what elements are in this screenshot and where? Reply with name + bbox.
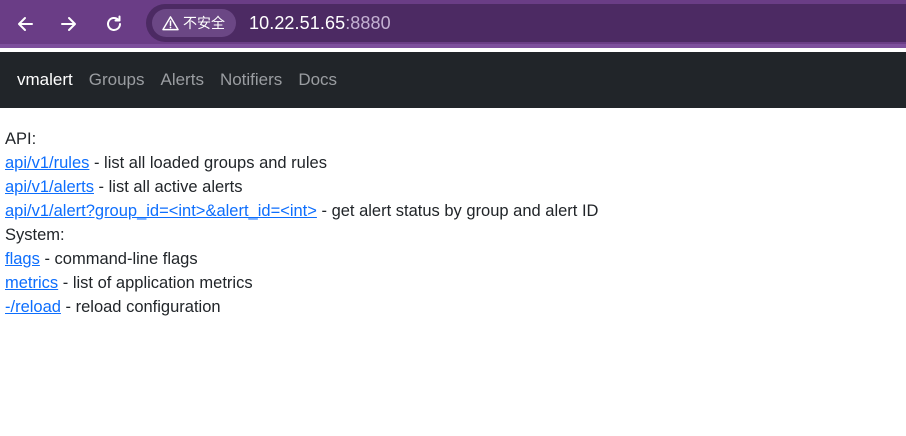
- security-label: 不安全: [183, 16, 225, 32]
- warning-icon: [162, 16, 179, 31]
- api-alerts-link[interactable]: api/v1/alerts: [5, 178, 94, 196]
- api-rules-link[interactable]: api/v1/rules: [5, 154, 89, 172]
- api-rules-desc: - list all loaded groups and rules: [89, 154, 327, 172]
- api-heading: API:: [5, 130, 37, 148]
- url-text[interactable]: 10.22.51.65:8880: [249, 13, 391, 34]
- nav-link-groups[interactable]: Groups: [89, 70, 145, 90]
- system-heading: System:: [5, 226, 65, 244]
- security-indicator[interactable]: 不安全: [152, 9, 236, 37]
- nav-link-docs[interactable]: Docs: [298, 70, 337, 90]
- system-item-flags: flags - command-line flags: [5, 247, 598, 271]
- address-bar[interactable]: 不安全 10.22.51.65:8880: [146, 4, 906, 42]
- browser-toolbar: 不安全 10.22.51.65:8880: [0, 0, 906, 48]
- api-alert-status-desc: - get alert status by group and alert ID: [316, 202, 599, 220]
- brand-link[interactable]: vmalert: [17, 70, 73, 90]
- back-button[interactable]: [10, 9, 40, 39]
- reload-icon: [107, 15, 121, 31]
- api-item-rules: api/v1/rules - list all loaded groups an…: [5, 151, 598, 175]
- nav-link-notifiers[interactable]: Notifiers: [220, 70, 282, 90]
- nav-link-alerts[interactable]: Alerts: [160, 70, 203, 90]
- app-navbar: vmalert Groups Alerts Notifiers Docs: [0, 52, 906, 108]
- api-alert-status-link[interactable]: api/v1/alert?group_id=<int>&alert_id=<in…: [5, 202, 317, 220]
- url-port: :8880: [345, 13, 391, 33]
- reload-desc: - reload configuration: [60, 298, 221, 316]
- flags-desc: - command-line flags: [39, 250, 198, 268]
- api-alerts-desc: - list all active alerts: [93, 178, 243, 196]
- url-host: 10.22.51.65: [249, 13, 346, 33]
- api-item-alerts: api/v1/alerts - list all active alerts: [5, 175, 598, 199]
- forward-arrow-icon: [61, 17, 76, 31]
- flags-link[interactable]: flags: [5, 250, 40, 268]
- reload-button[interactable]: [99, 9, 129, 39]
- page-content: API: api/v1/rules - list all loaded grou…: [5, 127, 598, 319]
- metrics-link[interactable]: metrics: [5, 274, 58, 292]
- reload-link[interactable]: -/reload: [5, 298, 61, 316]
- api-item-alert-status: api/v1/alert?group_id=<int>&alert_id=<in…: [5, 199, 598, 223]
- metrics-desc: - list of application metrics: [58, 274, 253, 292]
- system-item-reload: -/reload - reload configuration: [5, 295, 598, 319]
- system-item-metrics: metrics - list of application metrics: [5, 271, 598, 295]
- forward-button[interactable]: [54, 9, 84, 39]
- back-arrow-icon: [18, 17, 33, 31]
